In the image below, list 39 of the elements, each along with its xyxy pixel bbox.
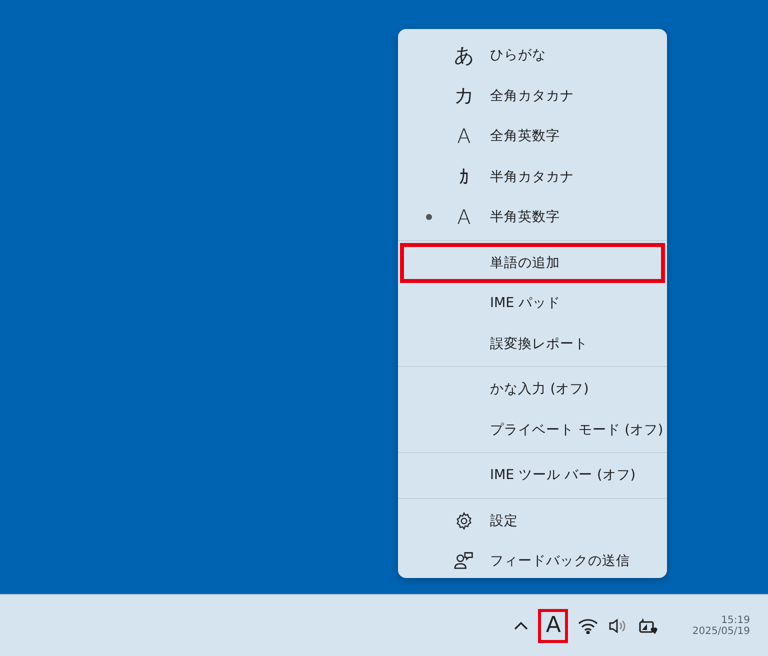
menu-item[interactable]: IME パッド xyxy=(400,283,665,324)
menu-label: 全角英数字 xyxy=(490,127,560,146)
menu-item[interactable]: 単語の追加 xyxy=(400,242,665,283)
menu-item[interactable]: A 全角英数字 xyxy=(400,116,665,156)
menu-label: IME パッド xyxy=(490,294,560,312)
menu-item[interactable]: あ ひらがな xyxy=(400,35,665,76)
menu-label: 全角カタカナ xyxy=(490,86,574,105)
menu-item[interactable]: 設定 xyxy=(400,500,665,541)
menu-item[interactable]: IME ツール バー (オフ) xyxy=(400,455,665,496)
mode-glyph: A xyxy=(457,205,471,230)
menu-item[interactable]: プライベート モード (オフ) xyxy=(400,410,665,450)
menu-item[interactable]: かな入力 (オフ) xyxy=(400,369,665,410)
menu-label: 誤変換レポート xyxy=(490,334,588,353)
menu-label: フィードバックの送信 xyxy=(490,552,630,570)
menu-label: 半角カタカナ xyxy=(490,168,574,186)
menu-item[interactable]: ｶ 半角カタカナ xyxy=(400,156,665,197)
clock-time: 15:19 xyxy=(721,614,750,626)
menu-item[interactable]: フィードバックの送信 xyxy=(400,541,665,582)
menu-item[interactable]: 誤変換レポート xyxy=(400,324,665,364)
menu-item[interactable]: カ 全角カタカナ xyxy=(400,76,665,116)
menu-label: 半角英数字 xyxy=(490,208,560,226)
menu-label: プライベート モード (オフ) xyxy=(490,420,664,439)
mode-glyph: A xyxy=(457,124,471,148)
mode-glyph: ｶ xyxy=(459,164,469,189)
speaker-icon[interactable] xyxy=(608,618,628,634)
ime-indicator[interactable]: A xyxy=(538,608,568,642)
menu-label: 単語の追加 xyxy=(490,254,560,272)
clock-date: 2025/05/19 xyxy=(692,626,750,636)
mode-glyph: あ xyxy=(454,42,474,69)
settings-icon xyxy=(454,510,474,531)
menu-label: かな入力 (オフ) xyxy=(490,380,589,398)
wifi-icon[interactable] xyxy=(578,618,598,634)
people-chat-icon xyxy=(453,551,475,572)
menu-label: IME ツール バー (オフ) xyxy=(490,466,636,484)
menu-label: ひらがな xyxy=(490,46,546,64)
menu-item[interactable]: A 半角英数字 xyxy=(400,197,665,238)
chevron-up-icon[interactable] xyxy=(514,621,528,630)
menu-label: 設定 xyxy=(490,512,518,530)
mode-glyph: カ xyxy=(454,82,474,110)
